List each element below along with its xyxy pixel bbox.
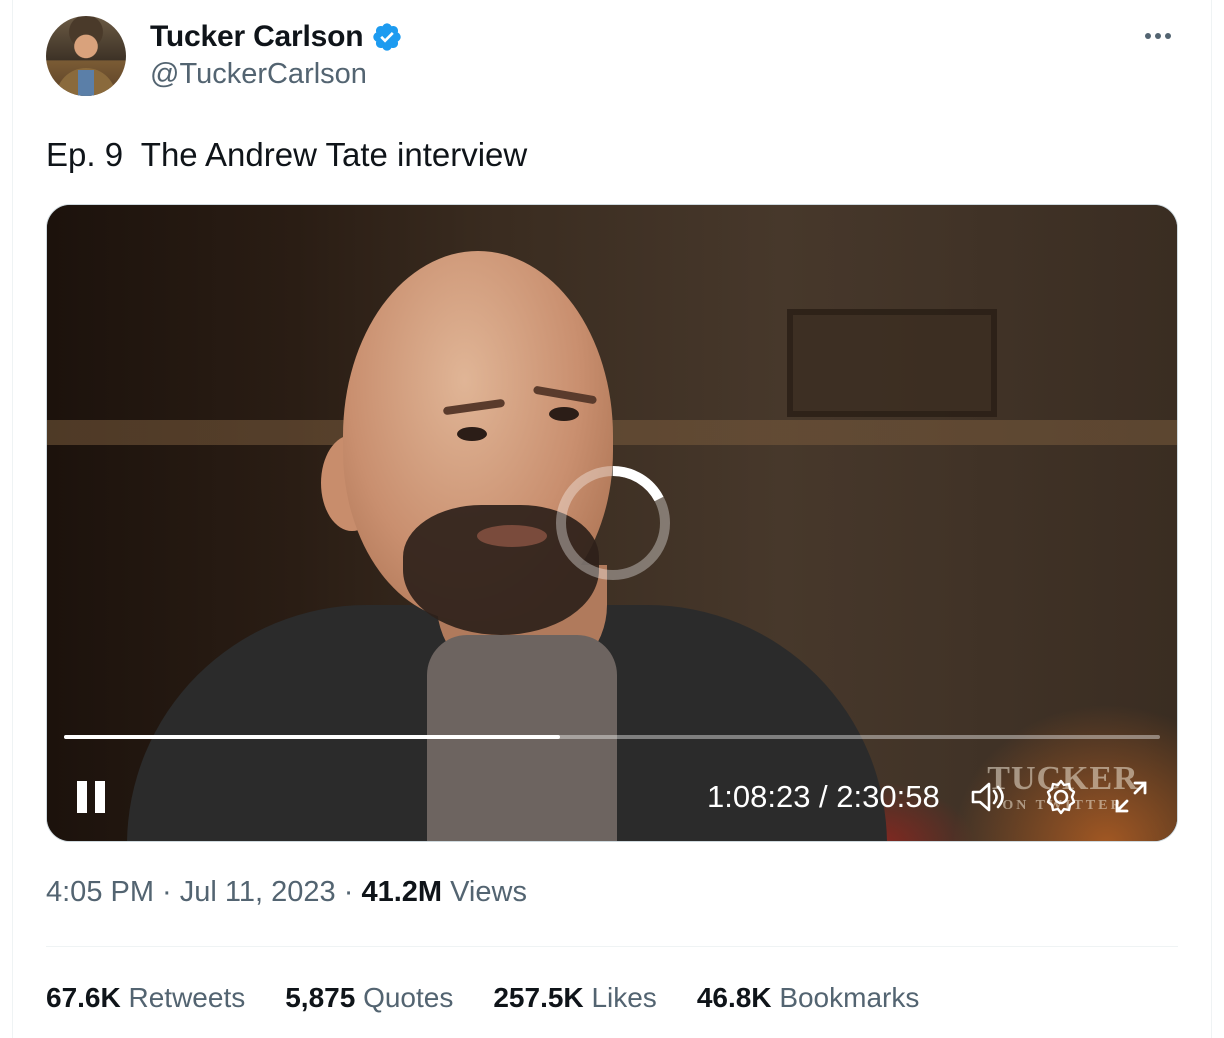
stat-count: 5,875 [285, 982, 356, 1013]
background-shelf-sign [787, 309, 997, 417]
stat-label: Likes [591, 982, 657, 1013]
retweets-stat[interactable]: 67.6K Retweets [46, 982, 245, 1022]
stat-count: 46.8K [696, 982, 772, 1013]
volume-icon [971, 782, 1004, 812]
settings-button[interactable] [1041, 777, 1081, 817]
pause-icon [77, 781, 87, 813]
volume-button[interactable] [967, 777, 1007, 817]
stat-count: 67.6K [46, 982, 121, 1013]
video-progress-bar[interactable] [64, 735, 1160, 739]
more-dot-icon [1165, 33, 1171, 39]
bookmarks-stat[interactable]: 46.8K Bookmarks [697, 982, 920, 1022]
tweet-stats: 67.6K Retweets 5,875 Quotes 257.5K Likes… [46, 982, 919, 1022]
tweet-text: Ep. 9 The Andrew Tate interview [46, 136, 528, 173]
person-mouth [477, 525, 547, 547]
stat-label: Retweets [128, 982, 246, 1013]
stat-label: Quotes [363, 982, 454, 1013]
meta-space [442, 876, 450, 908]
tweet-time[interactable]: 4:05 PM [46, 876, 154, 908]
divider [46, 946, 1178, 947]
author-handle[interactable]: @TuckerCarlson [150, 58, 367, 91]
stat-count: 257.5K [493, 982, 584, 1013]
meta-separator: · [335, 876, 362, 908]
pause-icon [95, 781, 105, 813]
video-time-display: 1:08:23 / 2:30:58 [707, 779, 940, 814]
tweet-meta: 4:05 PM · Jul 11, 2023 · 41.2M Views [46, 876, 527, 909]
fullscreen-button[interactable] [1111, 777, 1151, 817]
pause-button[interactable] [77, 779, 111, 815]
views-label: Views [450, 876, 527, 908]
video-progress-fill [64, 735, 561, 739]
quotes-stat[interactable]: 5,875 Quotes [285, 982, 453, 1022]
author-name-row: Tucker Carlson [150, 18, 403, 56]
avatar-shirt [78, 70, 94, 96]
views-count: 41.2M [361, 876, 443, 908]
person-eye [457, 427, 487, 441]
settings-gear-icon [1046, 779, 1076, 815]
tweet-date[interactable]: Jul 11, 2023 [180, 876, 336, 908]
stat-label: Bookmarks [779, 982, 920, 1013]
more-dot-icon [1155, 33, 1161, 39]
author-name[interactable]: Tucker Carlson [150, 20, 364, 54]
verified-badge-icon [373, 23, 402, 51]
meta-separator: · [154, 876, 180, 908]
person-eye [549, 407, 579, 421]
loading-spinner-icon [556, 466, 670, 580]
likes-stat[interactable]: 257.5K Likes [493, 982, 656, 1022]
more-options-button[interactable] [1138, 22, 1178, 50]
fullscreen-expand-icon [1115, 781, 1147, 813]
video-player[interactable]: 1:08:23 / 2:30:58 TUCKER ON TWITTER [46, 204, 1178, 842]
author-avatar[interactable] [46, 16, 126, 96]
more-dot-icon [1145, 33, 1151, 39]
